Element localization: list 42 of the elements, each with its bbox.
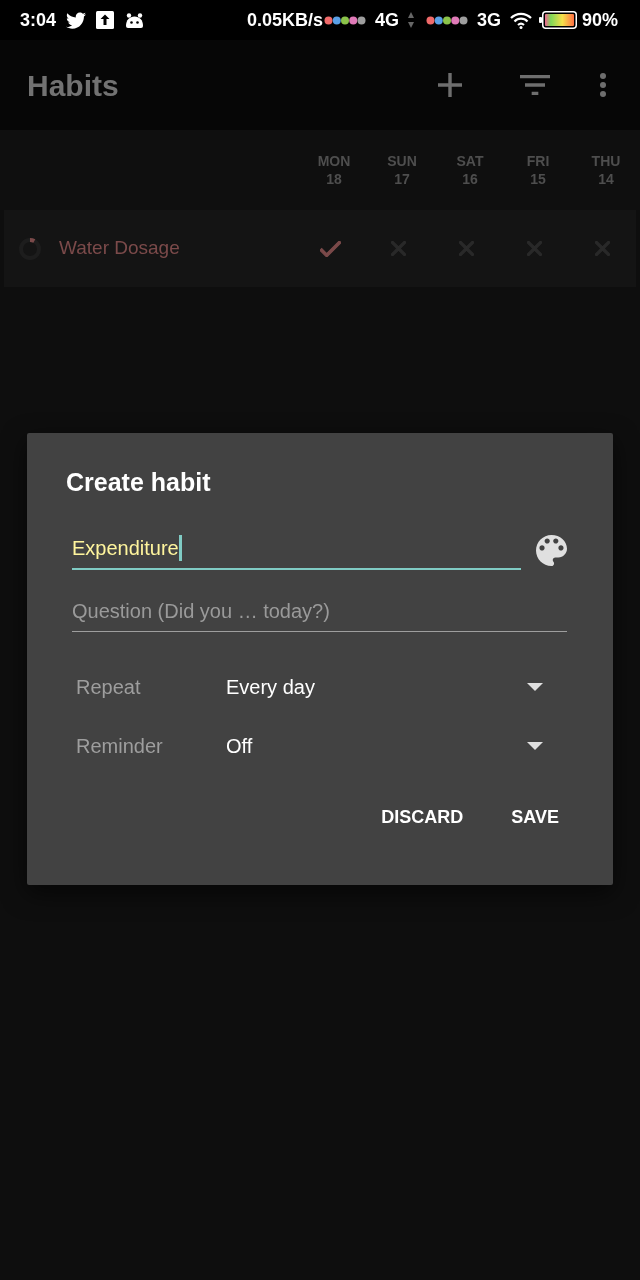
date-label: 14 xyxy=(598,170,614,188)
text-cursor-icon xyxy=(178,535,182,561)
add-icon[interactable] xyxy=(438,73,462,97)
weekday-label: MON xyxy=(317,152,351,170)
upload-icon xyxy=(96,11,115,29)
clock-time: 3:04 xyxy=(20,8,57,32)
date-label: 17 xyxy=(394,170,410,188)
date-label: 16 xyxy=(462,170,478,188)
dialog-button[interactable]: DISCARD xyxy=(369,795,476,839)
more-options-icon[interactable] xyxy=(600,73,606,97)
app-title: Habits xyxy=(27,67,119,104)
dialog-title: Create habit xyxy=(66,467,211,498)
weekday-label: THU xyxy=(591,152,621,170)
dialog-button[interactable]: SAVE xyxy=(499,795,571,839)
date-label: 15 xyxy=(530,170,546,188)
date-label: 18 xyxy=(326,170,342,188)
habit-name: Water Dosage xyxy=(59,236,180,261)
filter-icon[interactable] xyxy=(520,75,550,95)
bird-icon xyxy=(66,11,87,29)
robot-head-icon xyxy=(125,12,145,28)
weekday-label: SUN xyxy=(387,152,417,170)
weekday-label: FRI xyxy=(526,152,550,170)
battery-percent: 90% xyxy=(581,8,618,32)
data-arrows-icon xyxy=(407,12,414,28)
signal-strength-icon xyxy=(425,15,468,25)
setting-label: Reminder xyxy=(75,734,164,759)
question-input-field[interactable]: Question (Did you … today?) xyxy=(72,597,567,632)
weekday-label: SAT xyxy=(456,152,484,170)
battery-icon xyxy=(538,11,577,29)
network-type: 3G xyxy=(476,8,501,32)
dropdown-field[interactable]: Every day xyxy=(226,663,567,711)
caret-icon xyxy=(527,742,543,750)
signal-strength-icon xyxy=(323,15,366,25)
network-type: 4G xyxy=(374,8,399,32)
dropdown-field[interactable]: Off xyxy=(226,722,567,770)
network-speed: 0.05KB/s xyxy=(246,8,323,32)
palette-icon[interactable] xyxy=(536,534,567,566)
caret-icon xyxy=(527,683,543,691)
setting-label: Repeat xyxy=(75,675,142,700)
check-icon[interactable] xyxy=(319,240,341,257)
name-input-field[interactable]: Expenditure xyxy=(72,534,521,570)
wifi-icon xyxy=(509,11,532,29)
